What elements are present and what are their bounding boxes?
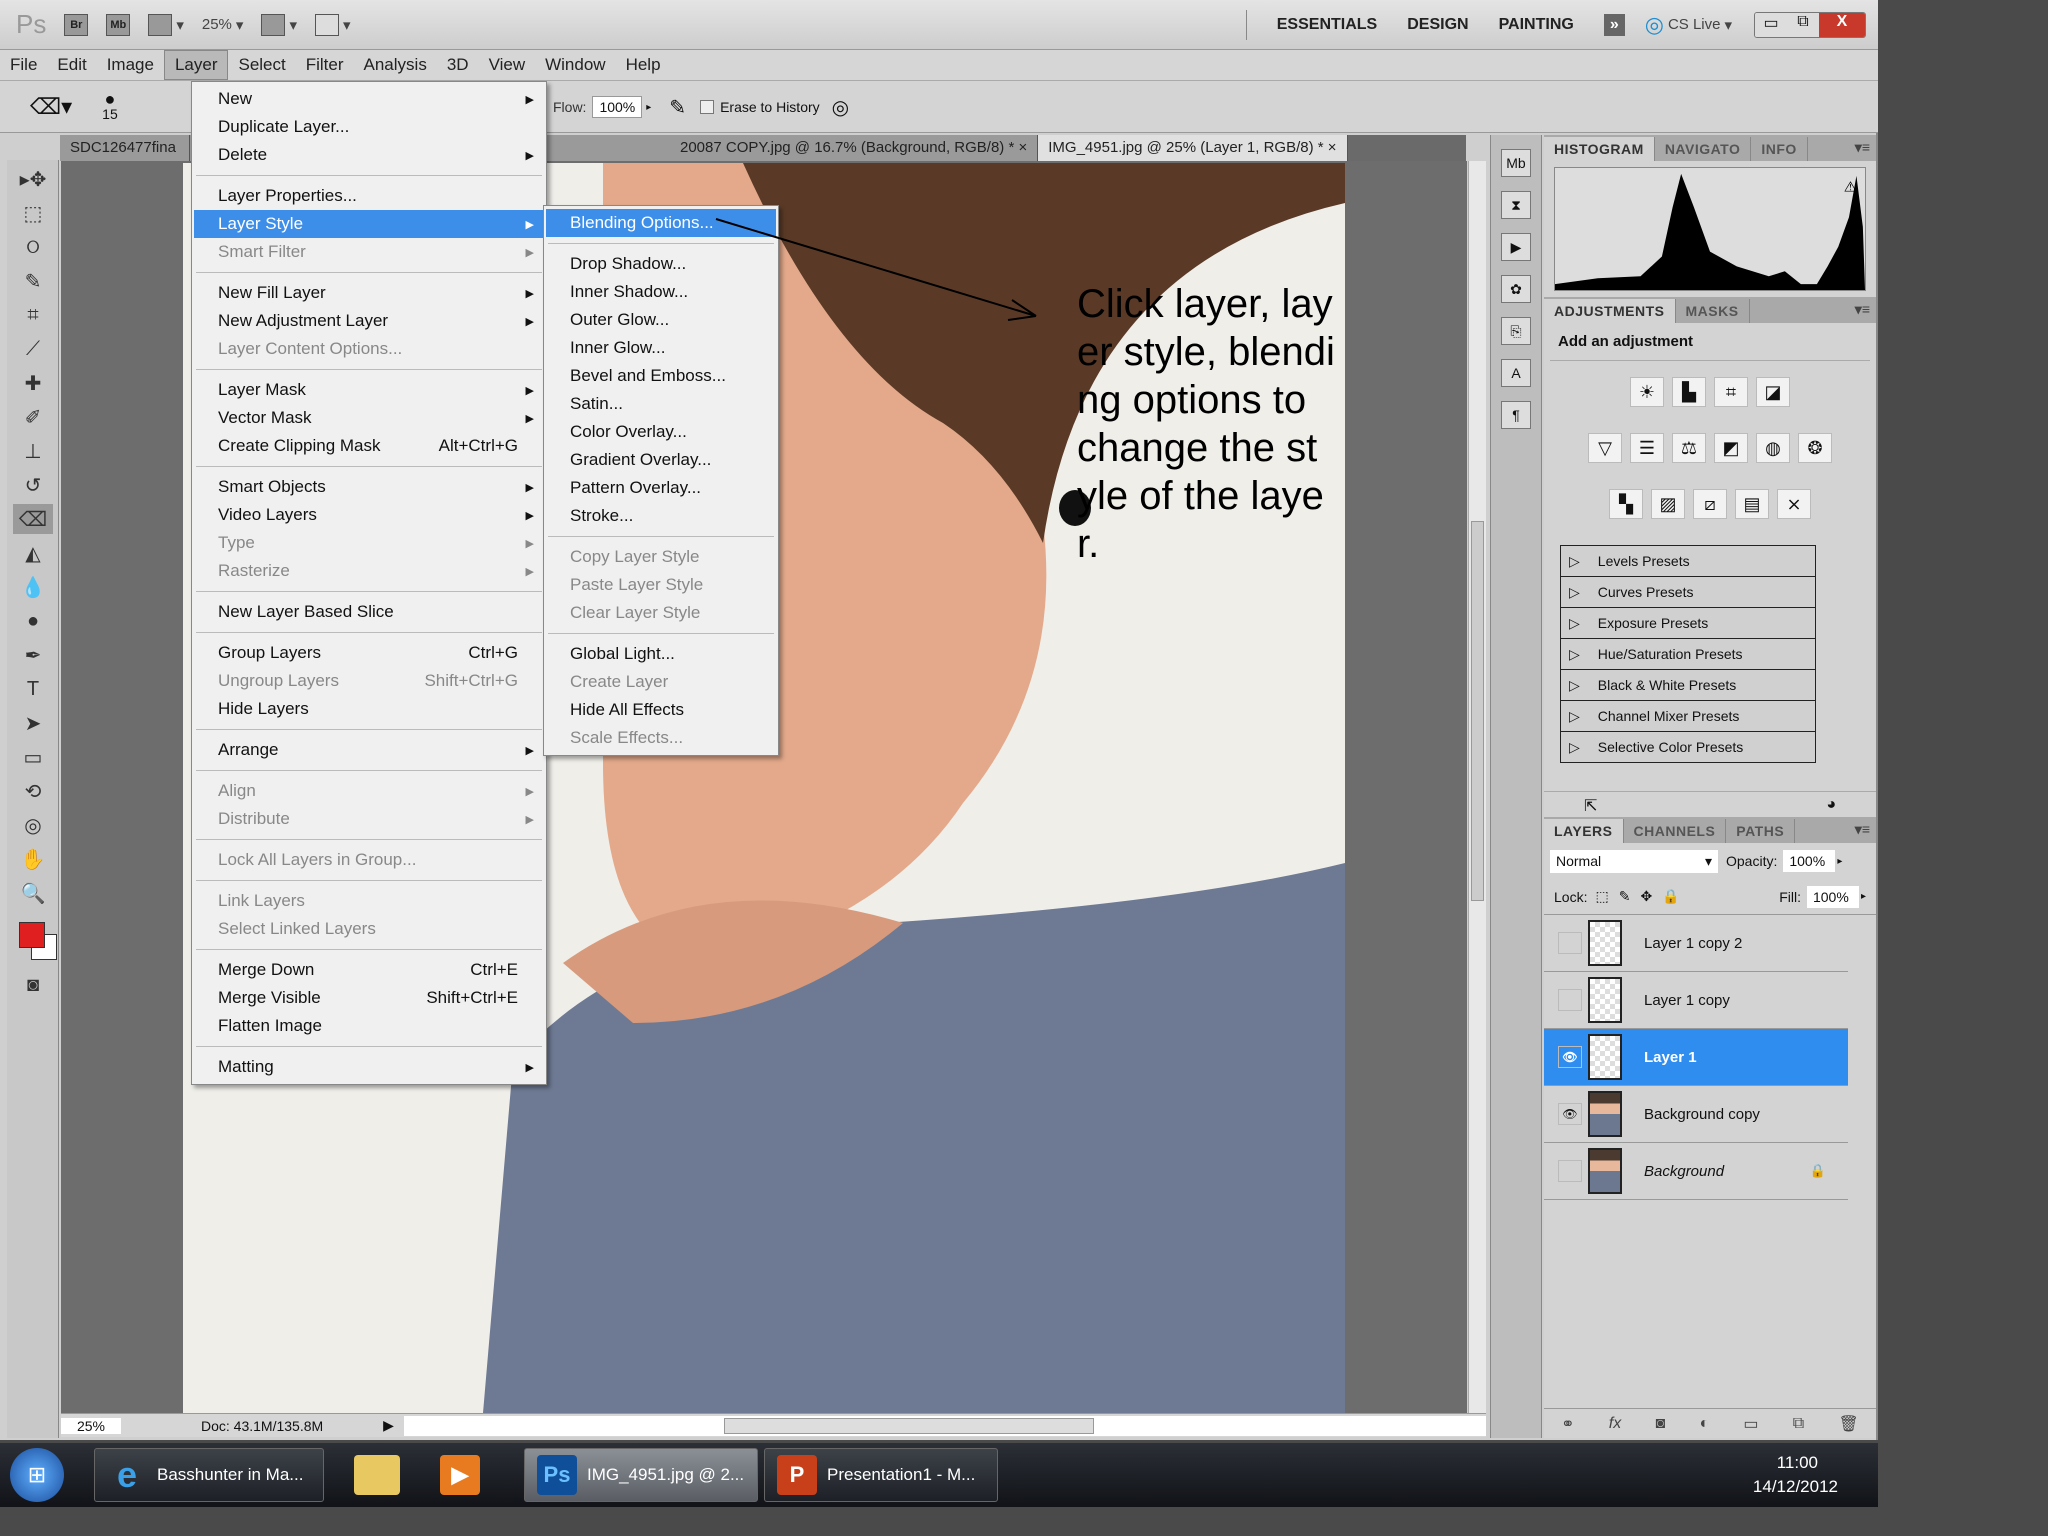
- powerpoint-icon: P: [777, 1455, 817, 1495]
- media-player-icon[interactable]: ▶: [440, 1455, 480, 1495]
- clock-date: 14/12/2012: [1752, 1477, 1838, 1496]
- foreground-color-swatch[interactable]: [19, 922, 45, 948]
- clock-time: 11:00: [1776, 1453, 1818, 1472]
- annotation-arrow: [715, 218, 1037, 321]
- taskbar-photoshop[interactable]: Ps IMG_4951.jpg @ 2...: [524, 1448, 758, 1502]
- clock[interactable]: 11:00 14/12/2012: [1753, 1451, 1838, 1499]
- taskbar-powerpoint[interactable]: P Presentation1 - M...: [764, 1448, 998, 1502]
- ie-icon: e: [116, 1454, 138, 1495]
- explorer-icon[interactable]: [354, 1455, 400, 1495]
- annotation-text: Click layer, layer style, blending optio…: [1077, 282, 1335, 566]
- photoshop-icon: Ps: [537, 1455, 577, 1495]
- taskbar-ie[interactable]: e Basshunter in Ma...: [94, 1448, 324, 1502]
- taskbar-label: Basshunter in Ma...: [157, 1465, 304, 1484]
- taskbar-label: IMG_4951.jpg @ 2...: [587, 1465, 745, 1484]
- taskbar: ⊞ e Basshunter in Ma... ▶ Ps IMG_4951.jpg …: [0, 1443, 1878, 1507]
- taskbar-label: Presentation1 - M...: [827, 1465, 976, 1484]
- start-button[interactable]: ⊞: [10, 1448, 64, 1502]
